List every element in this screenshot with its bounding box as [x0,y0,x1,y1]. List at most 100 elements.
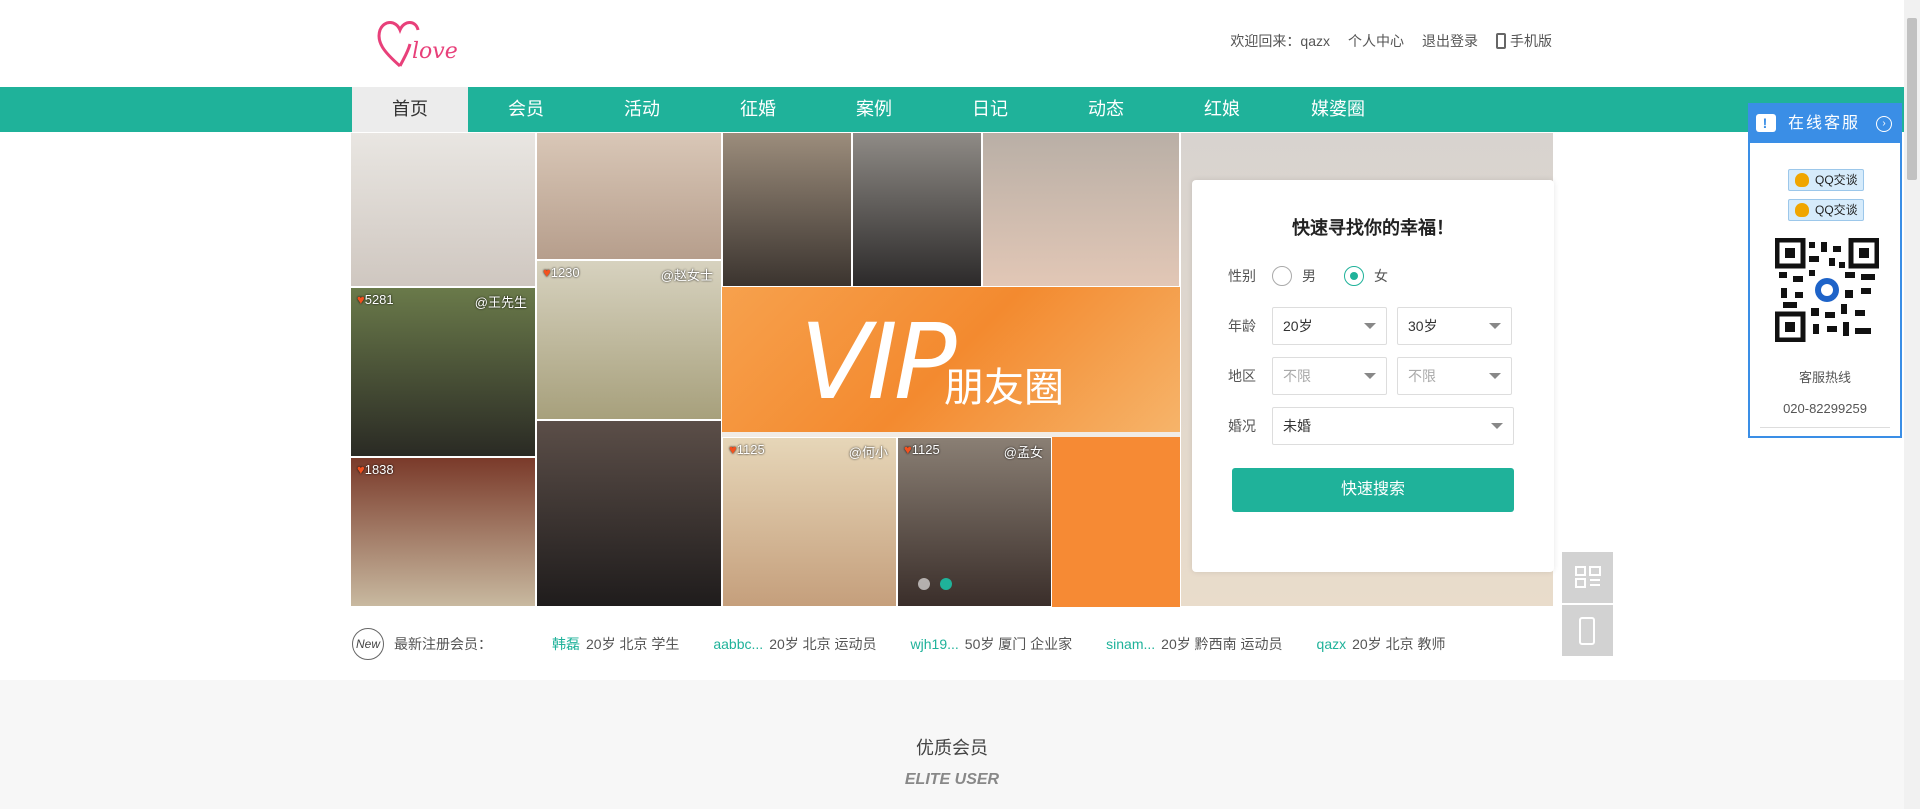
region-row: 地区 不限 不限 [1228,357,1522,395]
welcome-text: 欢迎回来：qazx [1230,33,1330,49]
region-label: 地区 [1228,368,1256,384]
member-photo[interactable] [852,132,982,287]
like-count: 1125 [736,442,765,457]
marital-row: 婚况 未婚 [1228,407,1524,445]
site-logo[interactable]: love [374,14,484,74]
member-photo[interactable] [982,132,1180,287]
carousel-dot[interactable] [918,578,930,590]
qq-penguin-icon [1795,173,1809,187]
member-photo[interactable] [722,132,852,287]
member-info: 50岁 厦门 企业家 [964,636,1073,652]
main-nav: 首页 会员 活动 征婚 案例 日记 动态 红娘 媒婆圈 [0,87,1904,132]
member-tag: @孟女 [1003,445,1043,460]
nav-item[interactable]: 动态 [1048,87,1164,132]
marital-label: 婚况 [1228,418,1256,434]
qq-chat-button-1[interactable]: QQ交谈 [1788,169,1864,191]
like-count: 1230 [550,265,580,280]
age-max-select[interactable]: 30岁 [1397,307,1512,345]
member-photo[interactable]: ♥5281 @王先生 [350,287,536,457]
nav-item[interactable]: 首页 [352,87,468,132]
chevron-down-icon [1489,373,1501,379]
vip-circle-banner[interactable]: VIP 朋友圈 [722,287,1180,432]
gender-label: 性别 [1228,268,1256,284]
user-center-link[interactable]: 个人中心 [1348,31,1404,51]
quick-search-card: 快速寻找你的幸福！ 性别 男 女 年龄 20岁 30岁 地区 不限 不限 婚况 … [1192,180,1554,572]
page-scrollbar[interactable] [1904,0,1920,809]
qq-chat-button-2[interactable]: QQ交谈 [1788,199,1864,221]
online-service-panel: ! 在线客服 › QQ交谈 QQ交谈 客服热线 020-82299259 [1748,103,1902,438]
mobile-icon [1579,617,1595,645]
member-photo[interactable] [536,420,722,607]
mobile-version-link[interactable]: 手机版 [1496,31,1552,51]
qq-label: QQ交谈 [1815,203,1858,217]
newest-member: qazx 20岁 北京 教师 [1317,634,1446,654]
nav-item[interactable]: 活动 [584,87,700,132]
like-count: 1838 [364,462,394,477]
user-bar: 欢迎回来：qazx 个人中心 退出登录 手机版 [1230,31,1552,51]
member-photo[interactable] [350,132,536,287]
member-photo[interactable]: ♥1838 [350,457,536,607]
newest-member-list: 韩磊 20岁 北京 学生 aabbc... 20岁 北京 运动员 wjh19... 50岁… [552,634,1479,654]
nav-item[interactable]: 媒婆圈 [1280,87,1396,132]
chat-icon: ! [1756,114,1776,132]
age-row: 年龄 20岁 30岁 [1228,307,1522,345]
orange-block [1052,437,1180,607]
marital-select[interactable]: 未婚 [1272,407,1514,445]
like-count: 5281 [364,292,394,307]
section-title: 优质会员 [916,738,988,758]
city-value: 不限 [1408,368,1436,384]
newest-label: 最新注册会员： [394,636,492,652]
member-info: 20岁 黔西南 运动员 [1161,636,1283,652]
member-info: 20岁 北京 学生 [586,636,680,652]
gender-row: 性别 男 女 [1228,266,1416,286]
service-header[interactable]: ! 在线客服 › [1750,105,1900,143]
qrcode-toggle-button[interactable] [1562,552,1613,603]
logout-link[interactable]: 退出登录 [1422,31,1478,51]
province-select[interactable]: 不限 [1272,357,1387,395]
mobile-toggle-button[interactable] [1562,605,1613,656]
member-info: 20岁 北京 运动员 [769,636,877,652]
nav-items: 首页 会员 活动 征婚 案例 日记 动态 红娘 媒婆圈 [352,87,1396,132]
member-name-link[interactable]: aabbc... [713,636,763,652]
qq-label: QQ交谈 [1815,173,1858,187]
chevron-right-icon[interactable]: › [1876,116,1892,132]
nav-item[interactable]: 日记 [932,87,1048,132]
member-name-link[interactable]: 韩磊 [552,636,580,652]
newest-members-bar: New 最新注册会员： 韩磊 20岁 北京 学生 aabbc... 20岁 北京 运动… [352,628,1552,660]
gender-female-radio[interactable] [1344,266,1364,286]
newest-member: sinam... 20岁 黔西南 运动员 [1106,634,1282,654]
hotline-label: 客服热线 [1798,370,1851,385]
member-name-link[interactable]: wjh19... [911,636,959,652]
nav-item[interactable]: 会员 [468,87,584,132]
gender-female-label[interactable]: 女 [1374,266,1388,286]
service-title: 在线客服 [1788,115,1861,132]
age-min-select[interactable]: 20岁 [1272,307,1387,345]
member-info: 20岁 北京 教师 [1352,636,1446,652]
section-subtitle: ELITE USER [904,771,1000,788]
gender-male-radio[interactable] [1272,266,1292,286]
mobile-label: 手机版 [1510,33,1552,49]
search-title: 快速寻找你的幸福！ [1292,218,1454,238]
nav-item[interactable]: 征婚 [700,87,816,132]
newest-member: wjh19... 50岁 厦门 企业家 [911,634,1073,654]
member-name-link[interactable]: qazx [1317,636,1347,652]
nav-item[interactable]: 红娘 [1164,87,1280,132]
like-count: 1125 [911,442,940,457]
age-max-value: 30岁 [1408,318,1438,334]
member-photo[interactable]: ♥1230 @赵女士 [536,260,722,420]
city-select[interactable]: 不限 [1397,357,1512,395]
vip-subtitle: 朋友圈 [944,366,1064,410]
carousel-dots [918,578,952,590]
site-header: love 欢迎回来：qazx 个人中心 退出登录 手机版 [0,0,1904,87]
member-tag: @何小 [848,445,888,460]
qrcode-icon [1575,566,1601,588]
member-photo[interactable]: ♥1125 @何小 [722,437,897,607]
nav-item[interactable]: 案例 [816,87,932,132]
province-value: 不限 [1283,368,1311,384]
scrollbar-thumb[interactable] [1907,18,1917,180]
gender-male-label[interactable]: 男 [1302,266,1316,286]
member-name-link[interactable]: sinam... [1106,636,1155,652]
quick-search-button[interactable]: 快速搜索 [1232,468,1514,512]
carousel-dot-active[interactable] [940,578,952,590]
member-photo[interactable] [536,132,722,260]
